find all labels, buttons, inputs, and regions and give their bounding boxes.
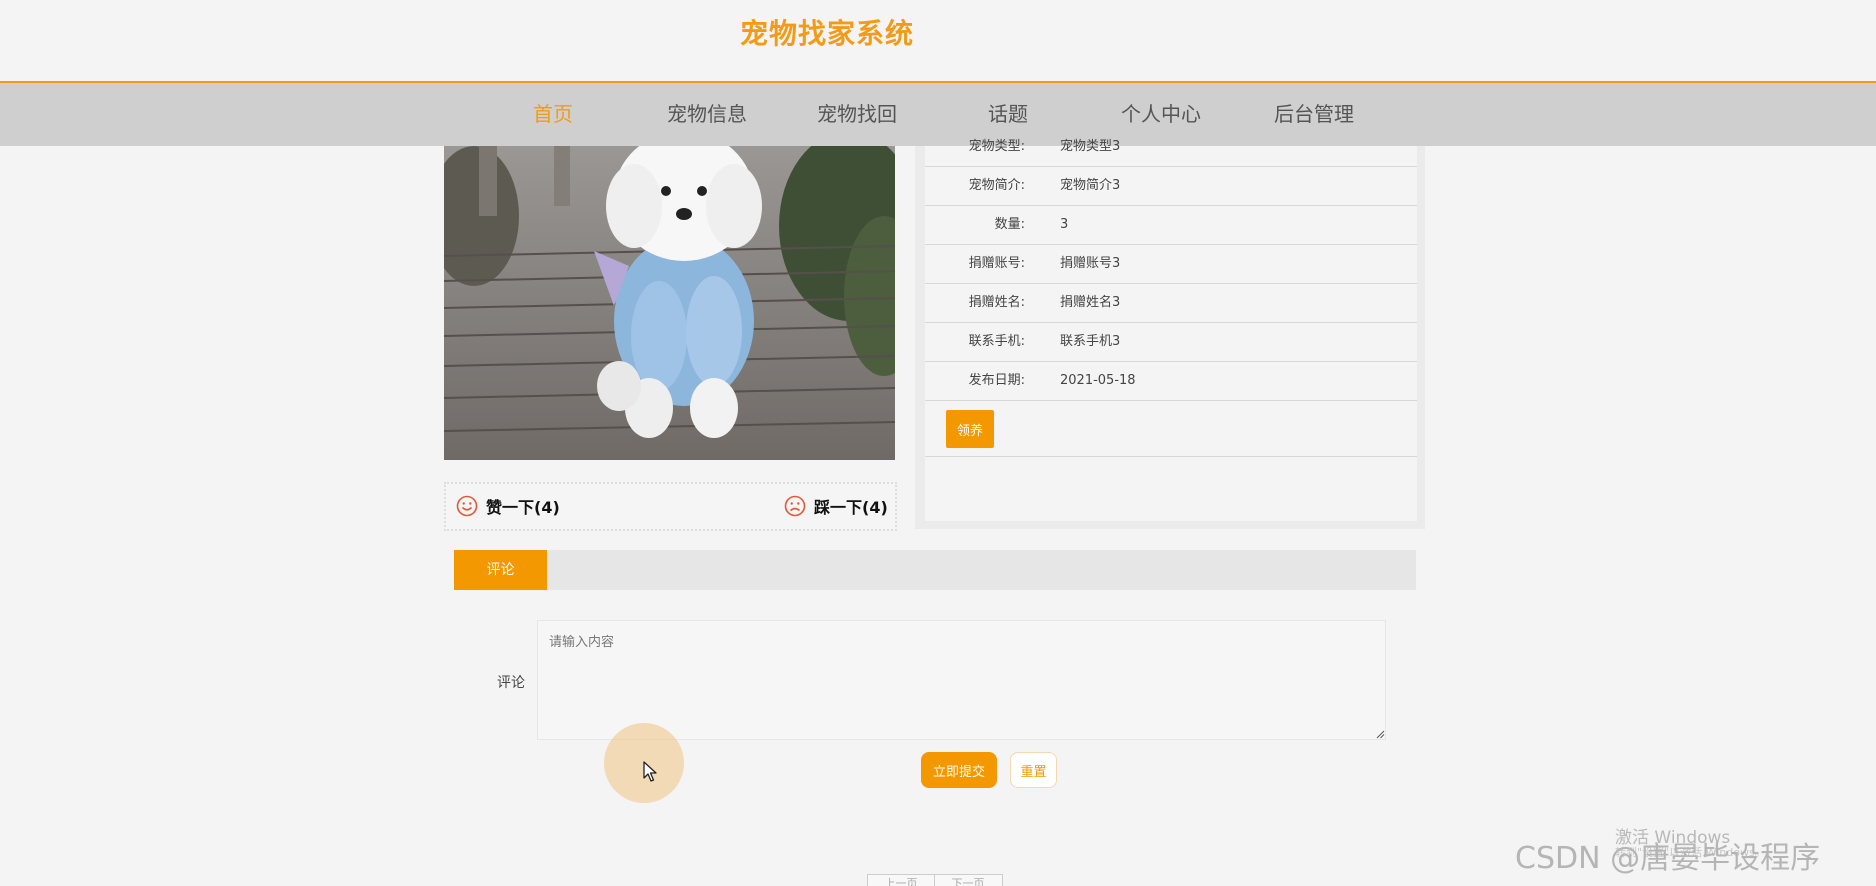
reset-button[interactable]: 重置: [1010, 752, 1057, 788]
detail-value: 捐赠账号3: [1060, 256, 1121, 271]
detail-label: 捐赠姓名:: [968, 295, 1025, 310]
detail-value: 2021-05-18: [1060, 373, 1136, 388]
nav-item-pet-recovery[interactable]: 宠物找回: [792, 83, 922, 146]
like-label: 赞一下(4): [486, 498, 560, 517]
detail-label: 捐赠账号:: [968, 256, 1025, 271]
like-button[interactable]: 赞一下(4): [456, 492, 560, 520]
site-header: 宠物找家系统: [0, 0, 1876, 83]
detail-value: 联系手机3: [1060, 334, 1121, 349]
detail-value: 宠物简介3: [1060, 178, 1121, 193]
detail-row-actions: [925, 401, 1417, 457]
comment-textarea[interactable]: [537, 620, 1386, 740]
frown-icon: [784, 495, 806, 517]
pagination: 上一页 下一页: [867, 874, 1003, 886]
next-page-button[interactable]: 下一页: [935, 875, 1001, 886]
detail-label: 宠物类型:: [968, 139, 1025, 154]
pet-detail-panel: 宠物类型: 宠物类型3 宠物简介: 宠物简介3 数量: 3 捐赠账号: 捐赠账号…: [915, 139, 1425, 529]
smile-icon: [456, 495, 478, 517]
detail-value: 宠物类型3: [1060, 139, 1121, 154]
detail-value: 3: [1060, 217, 1069, 232]
detail-row-publish-date: 发布日期: 2021-05-18: [925, 362, 1417, 401]
detail-row-donor-account: 捐赠账号: 捐赠账号3: [925, 245, 1417, 284]
csdn-watermark: CSDN @唐晏毕设程序: [1515, 841, 1821, 876]
adopt-button[interactable]: 领养: [946, 410, 994, 448]
nav-item-pet-info[interactable]: 宠物信息: [642, 83, 772, 146]
prev-page-button[interactable]: 上一页: [868, 875, 934, 886]
dislike-label: 踩一下(4): [814, 498, 888, 517]
detail-row-pet-type: 宠物类型: 宠物类型3: [925, 128, 1417, 167]
detail-label: 宠物简介:: [968, 178, 1025, 193]
nav-item-home[interactable]: 首页: [488, 83, 618, 146]
pet-detail-table: 宠物类型: 宠物类型3 宠物简介: 宠物简介3 数量: 3 捐赠账号: 捐赠账号…: [925, 139, 1417, 521]
mouse-cursor-icon: [643, 761, 657, 782]
detail-row-phone: 联系手机: 联系手机3: [925, 323, 1417, 362]
dislike-button[interactable]: 踩一下(4): [784, 492, 888, 520]
detail-row-pet-intro: 宠物简介: 宠物简介3: [925, 167, 1417, 206]
resize-grip-icon[interactable]: [1376, 730, 1385, 739]
submit-button[interactable]: 立即提交: [921, 752, 997, 788]
site-title: 宠物找家系统: [740, 17, 915, 50]
pet-photo: [444, 146, 895, 460]
detail-row-quantity: 数量: 3: [925, 206, 1417, 245]
detail-label: 发布日期:: [968, 373, 1025, 388]
vote-box: 赞一下(4) 踩一下(4): [444, 482, 897, 531]
detail-value: 捐赠姓名3: [1060, 295, 1121, 310]
detail-label: 数量:: [994, 217, 1025, 232]
detail-label: 联系手机:: [968, 334, 1025, 349]
tab-comments[interactable]: 评论: [454, 550, 547, 590]
comment-tab-bar: 评论: [454, 550, 1416, 590]
comment-form-label: 评论: [497, 675, 525, 691]
detail-row-donor-name: 捐赠姓名: 捐赠姓名3: [925, 284, 1417, 323]
